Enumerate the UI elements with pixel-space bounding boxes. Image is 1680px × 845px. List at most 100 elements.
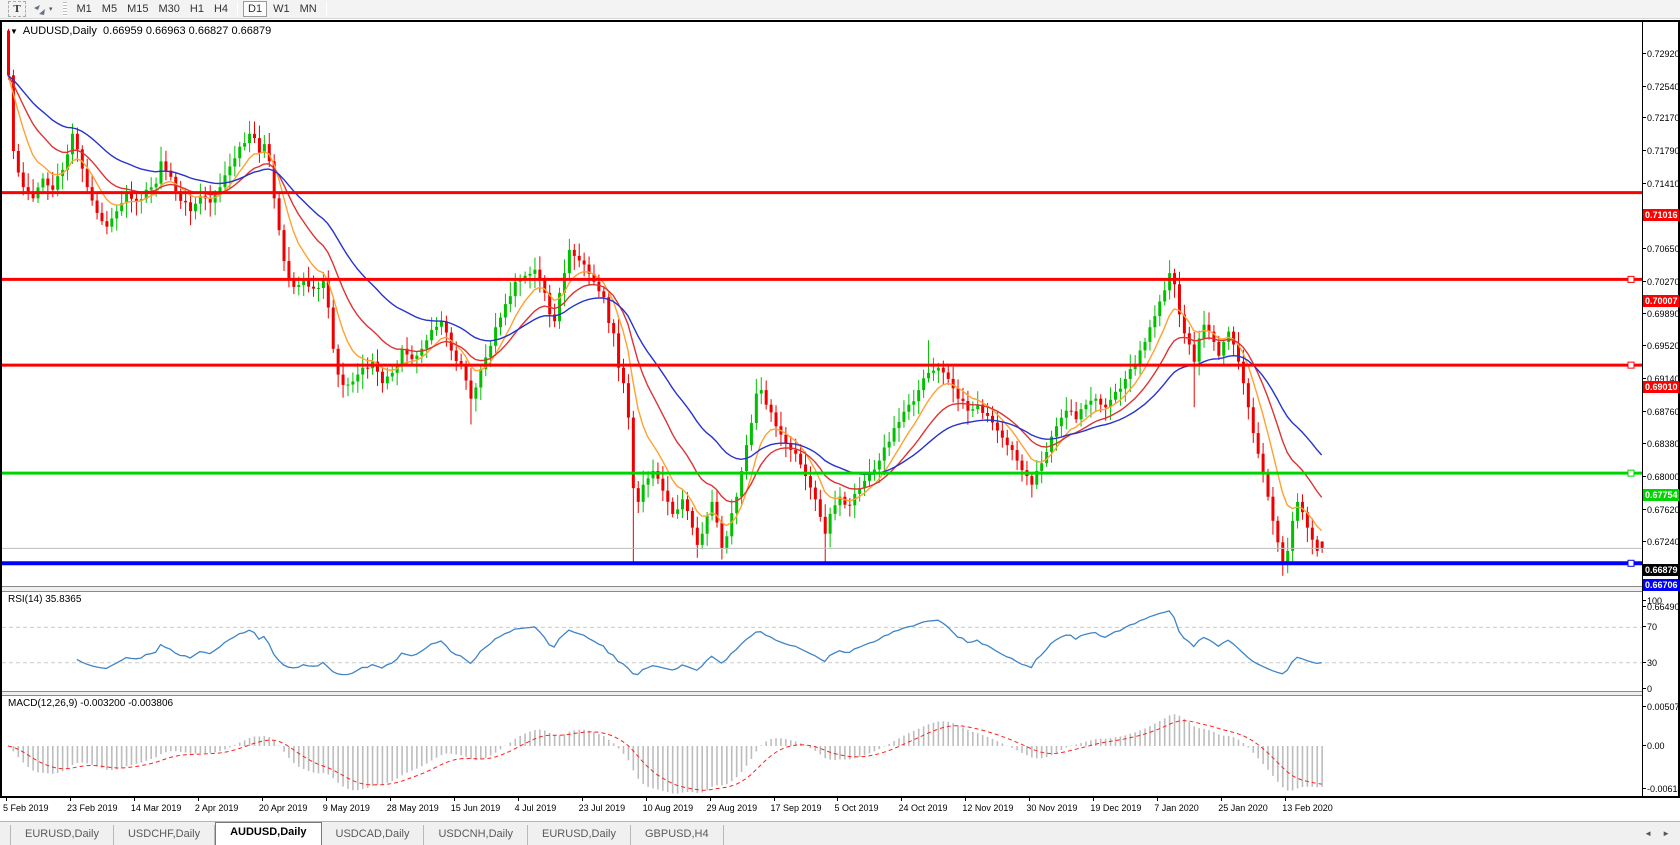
price-axis-label: 0.69890 [1647,309,1680,319]
chart-tab-usdcnh-daily[interactable]: USDCNH,Daily [424,825,528,845]
price-axis-label: 0.71410 [1647,179,1680,189]
chart-ohlc-values: 0.66959 0.66963 0.66827 0.66879 [103,25,271,37]
axis-tick [1643,411,1646,412]
line-handle[interactable] [1628,470,1634,476]
date-axis-label: 20 Apr 2019 [259,803,308,813]
arrows-tool-button[interactable]: ▾ [28,1,57,17]
macd-axis-label: 0.005076 [1647,702,1680,712]
chart-tab-audusd-daily[interactable]: AUDUSD,Daily [215,822,321,845]
axis-tick [1643,745,1646,746]
tab-scroll-right-icon[interactable]: ► [1662,829,1670,838]
macd-pane[interactable] [2,696,1642,795]
toolbar-separator [237,2,238,16]
slow-ma-line[interactable] [8,75,1322,474]
axis-tick [1643,281,1646,282]
chart-tab-bar: EURUSD,DailyUSDCHF,DailyAUDUSD,DailyUSDC… [0,821,1680,845]
date-axis-label: 14 Mar 2019 [131,803,182,813]
axis-tick [1643,626,1646,627]
price-badge-0.66879: 0.66879 [1643,564,1679,576]
chart-tab-usdchf-daily[interactable]: USDCHF,Daily [114,825,215,845]
price-axis[interactable]: 0.729200.725400.721700.717900.714100.706… [1642,22,1678,796]
date-tick [454,798,455,801]
price-axis-label: 0.68380 [1647,439,1680,449]
timeframe-button-m1[interactable]: M1 [73,1,96,17]
price-axis-label: 0.72540 [1647,82,1680,92]
chart-tab-gbpusd-h4[interactable]: GBPUSD,H4 [631,825,724,845]
symbol-dropdown-icon[interactable]: ▼ [10,27,18,36]
price-axis-label: 0.67240 [1647,537,1680,547]
date-tick [1029,798,1030,801]
price-axis-label: 0.67620 [1647,505,1680,515]
date-tick [965,798,966,801]
price-axis-label: 0.72920 [1647,49,1680,59]
timeframe-button-m5[interactable]: M5 [98,1,121,17]
rsi-axis-label: 30 [1647,658,1657,668]
date-axis-label: 23 Jul 2019 [579,803,626,813]
axis-tick [1643,606,1646,607]
date-axis-label: 30 Nov 2019 [1026,803,1077,813]
timeframe-button-m30[interactable]: M30 [154,1,183,17]
chart-symbol-label: AUDUSD,Daily [23,25,97,37]
axis-tick [1643,313,1646,314]
price-axis-label: 0.69520 [1647,341,1680,351]
date-axis-label: 4 Jul 2019 [515,803,557,813]
date-axis-label: 24 Oct 2019 [898,803,947,813]
chart-window: ▼ AUDUSD,Daily 0.66959 0.66963 0.66827 0.… [0,20,1680,798]
rsi-axis-label: 0 [1647,684,1652,694]
mt4-application-window: T ▾ M1M5M15M30H1H4 D1W1MN ▼ AUDUSD,Daily 0… [0,0,1680,845]
timeframe-button-w1[interactable]: W1 [269,1,294,17]
price-chart-pane[interactable] [2,22,1642,586]
text-tool-button[interactable]: T [8,1,26,17]
rsi-pane[interactable] [2,592,1642,691]
rsi-axis-label: 100 [1647,596,1662,606]
date-axis-label: 19 Dec 2019 [1090,803,1141,813]
date-tick [326,798,327,801]
line-handle[interactable] [1628,362,1634,368]
date-tick [774,798,775,801]
date-tick [1093,798,1094,801]
chart-tab-usdcad-daily[interactable]: USDCAD,Daily [322,825,425,845]
timeframe-button-mn[interactable]: MN [296,1,321,17]
arrows-icon [32,3,47,16]
timeframe-button-m15[interactable]: M15 [123,1,152,17]
date-tick [1221,798,1222,801]
tab-scroll-left-icon[interactable]: ◄ [1644,829,1652,838]
date-tick [6,798,7,801]
date-tick [262,798,263,801]
line-handle[interactable] [1628,560,1634,566]
axis-tick [1643,183,1646,184]
axis-tick [1643,788,1646,789]
date-axis[interactable]: 5 Feb 201923 Feb 201914 Mar 20192 Apr 20… [0,798,1680,821]
date-tick [518,798,519,801]
macd-signal-line [8,721,1322,791]
axis-tick [1643,150,1646,151]
mid-ma-line[interactable] [8,75,1322,502]
date-axis-label: 17 Sep 2019 [771,803,822,813]
price-axis-label: 0.68760 [1647,407,1680,417]
timeframe-button-d1[interactable]: D1 [243,1,267,17]
axis-tick [1643,509,1646,510]
rsi-line [77,611,1322,675]
date-tick [646,798,647,801]
price-axis-label: 0.71790 [1647,146,1680,156]
toolbar-drag-handle[interactable] [63,2,67,16]
date-tick [710,798,711,801]
axis-tick [1643,443,1646,444]
axis-tick [1643,600,1646,601]
chart-tab-eurusd-daily[interactable]: EURUSD,Daily [528,825,631,845]
timeframe-toolbar: T ▾ M1M5M15M30H1H4 D1W1MN [0,0,1680,19]
chart-tab-eurusd-daily[interactable]: EURUSD,Daily [10,825,114,845]
fast-ma-line[interactable] [8,75,1322,531]
toolbar-separator [326,2,327,16]
price-axis-label: 0.72170 [1647,113,1680,123]
rsi-axis-label: 70 [1647,622,1657,632]
line-handle[interactable] [1628,276,1634,282]
date-axis-label: 5 Feb 2019 [3,803,49,813]
date-axis-label: 13 Feb 2020 [1282,803,1333,813]
timeframe-button-h1[interactable]: H1 [186,1,208,17]
axis-tick [1643,248,1646,249]
axis-tick [1643,378,1646,379]
timeframe-button-h4[interactable]: H4 [210,1,232,17]
date-tick [198,798,199,801]
date-axis-label: 29 Aug 2019 [707,803,758,813]
